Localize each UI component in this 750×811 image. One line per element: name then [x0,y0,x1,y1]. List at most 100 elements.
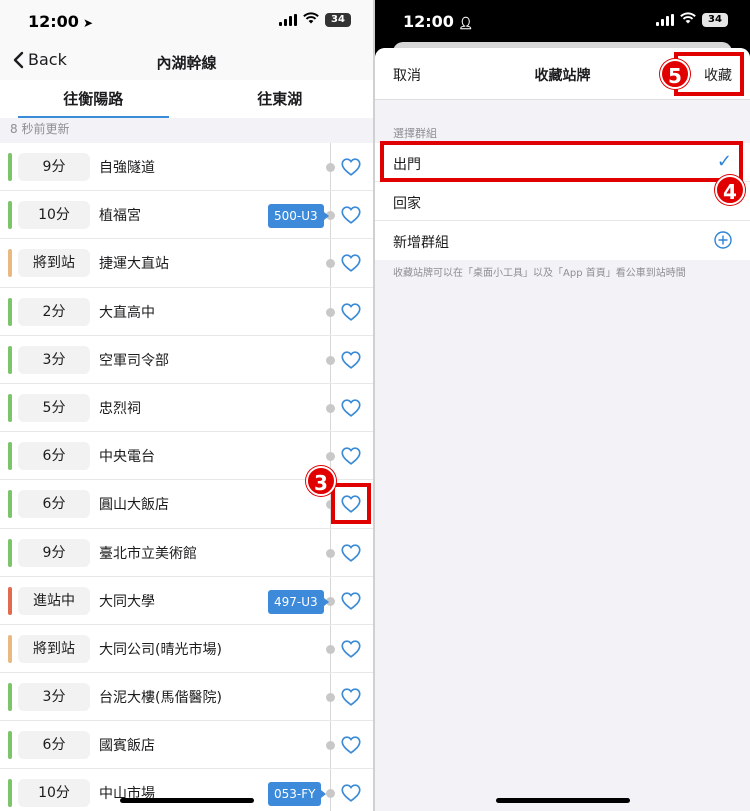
stop-dot [326,644,335,654]
step-badge-3: 3 [306,466,336,496]
stop-name: 大直高中 [99,304,155,321]
heart-icon[interactable] [340,156,362,178]
stop-row[interactable]: 3分 台泥大樓(馬偕醫院) [0,673,373,722]
heart-icon[interactable] [340,734,362,756]
arrival-status-bar [8,490,12,519]
left-screen: 12:00 ➤ 34 Back 內湖幹線 往衡陽路 往東湖 8 秒前更新 9分 自強… [0,0,373,811]
status-time: 12:00 [28,12,79,31]
stop-row[interactable]: 將到站 捷運大直站 [0,239,373,288]
eta-badge: 6分 [18,442,90,471]
arrival-status-bar [8,153,12,181]
stop-name: 臺北市立美術館 [99,545,197,562]
stop-name: 忠烈祠 [99,400,141,417]
arrival-status-bar [8,297,12,326]
wifi-icon [680,12,696,28]
section-label: 選擇群組 [393,127,437,140]
checkmark-icon: ✓ [716,151,732,172]
stop-name: 圓山大飯店 [99,497,169,514]
eta-badge: 6分 [18,731,90,760]
eta-badge: 將到站 [18,249,90,278]
stop-name: 大同大學 [99,593,155,610]
plus-circle-icon [714,231,732,249]
eta-badge: 3分 [18,683,90,712]
stop-name: 空軍司令部 [99,352,169,369]
person-icon: 👤︎ [457,16,474,30]
status-time: 12:00 [403,12,454,31]
bus-plate-badge: 053-FY [268,782,327,807]
save-favorite-button[interactable]: 收藏 [704,65,732,85]
right-screen: 12:00 👤︎ 34 取消 收藏站牌 收藏 選擇群組 出門 ✓ 回家 新增群組… [375,0,750,811]
heart-icon[interactable] [340,782,362,804]
eta-badge: 進站中 [18,586,90,615]
stop-dot [326,355,335,365]
home-indicator[interactable] [119,798,254,803]
arrival-status-bar [8,201,12,230]
sheet-nav-bar: 取消 收藏站牌 收藏 [375,48,750,100]
stop-name: 捷運大直站 [99,256,169,273]
stop-dot [326,741,335,751]
group-label: 出門 [393,157,421,173]
location-arrow-icon: ➤ [82,16,93,30]
heart-icon[interactable] [340,349,362,371]
stop-row[interactable]: 10分 中山市場 053-FY [0,769,373,811]
step-badge-5: 5 [660,59,690,89]
route-title: 內湖幹線 [156,54,217,72]
arrival-status-bar [8,393,12,422]
battery-icon: 34 [325,13,351,27]
tab-to-hengyang-rd[interactable]: 往衡陽路 [0,80,187,118]
arrival-status-bar [8,249,12,278]
eta-badge: 10分 [18,201,90,230]
group-row-go-out[interactable]: 出門 ✓ [375,143,750,182]
arrival-status-bar [8,538,12,567]
stop-name: 自強隧道 [99,160,155,176]
stop-dot [326,259,335,269]
stop-row[interactable]: 進站中 大同大學 497-U3 [0,576,373,625]
eta-badge: 10分 [18,779,90,808]
heart-icon[interactable] [340,204,362,226]
stop-row[interactable]: 3分 空軍司令部 [0,335,373,384]
add-group-row[interactable]: 新增群組 [375,221,750,260]
heart-icon[interactable] [340,252,362,274]
heart-icon[interactable] [340,686,362,708]
stop-row[interactable]: 9分 自強隧道 [0,143,373,192]
group-row-go-home[interactable]: 回家 [375,182,750,221]
stop-name: 大同公司(晴光市場) [99,641,222,658]
stop-dot [326,789,335,799]
sheet-title: 收藏站牌 [534,68,591,84]
arrival-status-bar [8,683,12,712]
favorite-stop-sheet: 取消 收藏站牌 收藏 選擇群組 出門 ✓ 回家 新增群組 收藏站牌可以在「桌面小… [375,48,750,811]
stop-dot [326,452,335,462]
eta-badge: 2分 [18,297,90,326]
arrival-status-bar [8,586,12,615]
stop-row[interactable]: 9分 臺北市立美術館 [0,528,373,577]
heart-icon[interactable] [340,590,362,612]
stop-row[interactable]: 10分 植福宮 500-U3 [0,191,373,240]
heart-icon[interactable] [340,542,362,564]
arrival-status-bar [8,442,12,471]
stop-name: 中央電台 [99,449,155,466]
step-badge-4: 4 [715,175,745,205]
heart-icon[interactable] [340,397,362,419]
heart-icon[interactable] [340,493,362,515]
tab-to-donghu[interactable]: 往東湖 [187,80,374,118]
stop-row[interactable]: 將到站 大同公司(晴光市場) [0,624,373,674]
stop-row[interactable]: 2分 大直高中 [0,287,373,336]
stop-dot [326,548,335,558]
heart-icon[interactable] [340,445,362,467]
arrival-status-bar [8,731,12,760]
footnote-text: 收藏站牌可以在「桌面小工具」以及「App 首頁」看公車到站時間 [393,268,686,279]
stop-dot [326,693,335,703]
stop-row[interactable]: 6分 國賓飯店 [0,721,373,770]
stop-name: 植福宮 [99,208,141,225]
eta-badge: 9分 [18,538,90,567]
eta-badge: 3分 [18,345,90,374]
heart-icon[interactable] [340,638,362,660]
stop-row[interactable]: 5分 忠烈祠 [0,383,373,433]
add-group-label: 新增群組 [393,235,449,251]
eta-badge: 將到站 [18,634,90,663]
heart-icon[interactable] [340,301,362,323]
stop-name: 國賓飯店 [99,738,155,755]
status-bar: 12:00 👤︎ 34 [375,0,750,42]
arrival-status-bar [8,779,12,808]
home-indicator[interactable] [495,798,630,803]
